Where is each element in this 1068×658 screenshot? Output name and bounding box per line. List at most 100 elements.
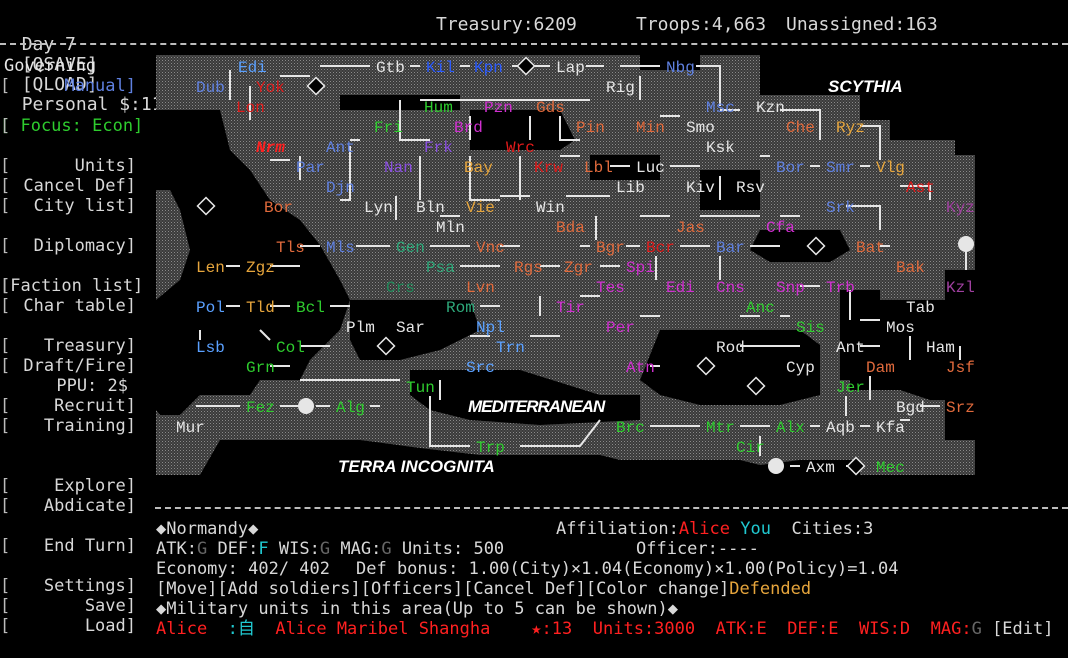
city-par[interactable]: Par [296, 159, 325, 177]
city-djn[interactable]: Djn [326, 179, 355, 197]
city-smo[interactable]: Smo [686, 119, 715, 137]
city-mos[interactable]: Mos [886, 319, 915, 337]
city-bat[interactable]: Bat [856, 239, 885, 257]
world-map[interactable]: Edi Dub Yok Lon Gtb Kil Kpn Lap Nbg Rig Hum Pzn Gds M… [0, 0, 1068, 500]
city-nbg[interactable]: Nbg [666, 59, 695, 77]
city-bar[interactable]: Bar [716, 239, 745, 257]
city-bln[interactable]: Bln [416, 199, 445, 217]
officers-button[interactable]: [Officers] [361, 579, 463, 599]
city-win[interactable]: Win [536, 199, 565, 217]
city-pin[interactable]: Pin [576, 119, 605, 137]
city-src[interactable]: Src [466, 359, 495, 377]
city-rsv[interactable]: Rsv [736, 179, 765, 197]
city-trb[interactable]: Trb [826, 279, 855, 297]
city-col[interactable]: Col [276, 339, 305, 357]
city-ant[interactable]: Ant [836, 339, 865, 357]
city-rgs[interactable]: Rgs [514, 259, 543, 277]
city-smr[interactable]: Smr [826, 159, 855, 177]
city-ryz[interactable]: Ryz [836, 119, 865, 137]
city-nan[interactable]: Nan [384, 159, 413, 177]
city-zgz[interactable]: Zgz [246, 259, 275, 277]
city-msc[interactable]: Msc [706, 99, 735, 117]
city-pzn[interactable]: Pzn [484, 99, 513, 117]
city-kil[interactable]: Kil [426, 59, 455, 77]
city-lvn[interactable]: Lvn [466, 279, 495, 297]
city-mec[interactable]: Mec [876, 459, 905, 477]
city-nrm[interactable]: Nrm [256, 139, 285, 157]
city-aqb[interactable]: Aqb [826, 419, 855, 437]
city-lap[interactable]: Lap [556, 59, 585, 77]
city-kfa[interactable]: Kfa [876, 419, 905, 437]
city-dam[interactable]: Dam [866, 359, 895, 377]
city-bda[interactable]: Bda [556, 219, 585, 237]
city-per[interactable]: Per [606, 319, 635, 337]
city-bcr[interactable]: Bcr [646, 239, 675, 257]
city-jsf[interactable]: Jsf [946, 359, 975, 377]
city-kzl[interactable]: Kzl [946, 279, 975, 297]
city-spi[interactable]: Spi [626, 259, 655, 277]
city-brc[interactable]: Brc [616, 419, 645, 437]
city-krw[interactable]: Krw [534, 159, 563, 177]
city-dub[interactable]: Dub [196, 79, 225, 97]
add-soldiers-button[interactable]: [Add soldiers] [217, 579, 360, 599]
city-cyp[interactable]: Cyp [786, 359, 815, 377]
city-lsb[interactable]: Lsb [196, 339, 225, 357]
city-sis[interactable]: Sis [796, 319, 825, 337]
city-alg[interactable]: Alg [336, 399, 365, 417]
city-jer[interactable]: Jer [836, 379, 865, 397]
city-bor[interactable]: Bor [776, 159, 805, 177]
city-kyz[interactable]: Kyz [946, 199, 975, 217]
city-fri[interactable]: Fri [374, 119, 403, 137]
city-lon[interactable]: Lon [236, 99, 265, 117]
city-zgr[interactable]: Zgr [564, 259, 593, 277]
city-gds[interactable]: Gds [536, 99, 565, 117]
city-cfa[interactable]: Cfa [766, 219, 795, 237]
city-mln[interactable]: Mln [436, 219, 465, 237]
city-ast[interactable]: Ast [906, 179, 935, 197]
city-mtr[interactable]: Mtr [706, 419, 735, 437]
city-rom[interactable]: Rom [446, 299, 475, 317]
city-yok[interactable]: Yok [256, 79, 285, 97]
city-grn[interactable]: Grn [246, 359, 275, 377]
city-crs[interactable]: Crs [386, 279, 415, 297]
color-change-button[interactable]: [Color change] [586, 579, 729, 599]
city-bay[interactable]: Bay [464, 159, 493, 177]
city-anc[interactable]: Anc [746, 299, 775, 317]
city-tld[interactable]: Tld [246, 299, 275, 317]
city-bor[interactable]: Bor [264, 199, 293, 217]
city-edi[interactable]: Edi [238, 59, 267, 77]
city-mur[interactable]: Mur [176, 419, 205, 437]
city-edi[interactable]: Edi [666, 279, 695, 297]
city-cir[interactable]: Cir [736, 439, 765, 457]
edit-unit-button[interactable]: [Edit] [992, 619, 1053, 639]
city-rod[interactable]: Rod [716, 339, 745, 357]
city-lbl[interactable]: Lbl [584, 159, 613, 177]
city-cns[interactable]: Cns [716, 279, 745, 297]
city-lyn[interactable]: Lyn [364, 199, 393, 217]
city-len[interactable]: Len [196, 259, 225, 277]
end-turn-button[interactable]: End Turn] [0, 536, 136, 556]
city-tls[interactable]: Tls [276, 239, 305, 257]
city-wrc[interactable]: Wrc [506, 139, 535, 157]
city-frk[interactable]: Frk [424, 139, 453, 157]
city-atn[interactable]: Atn [626, 359, 655, 377]
city-kpn[interactable]: Kpn [474, 59, 503, 77]
city-snp[interactable]: Snp [776, 279, 805, 297]
city-vlg[interactable]: Vlg [876, 159, 905, 177]
settings-button[interactable]: Settings] [0, 576, 136, 596]
city-alx[interactable]: Alx [776, 419, 805, 437]
city-kiv[interactable]: Kiv [686, 179, 715, 197]
city-bgr[interactable]: Bgr [596, 239, 625, 257]
city-tab[interactable]: Tab [906, 299, 935, 317]
city-pol[interactable]: Pol [196, 299, 225, 317]
city-bcl[interactable]: Bcl [296, 299, 325, 317]
city-gen[interactable]: Gen [396, 239, 425, 257]
cancel-def-action-button[interactable]: [Cancel Def] [463, 579, 586, 599]
city-srk[interactable]: Srk [826, 199, 855, 217]
city-tes[interactable]: Tes [596, 279, 625, 297]
city-fez[interactable]: Fez [246, 399, 275, 417]
city-axm[interactable]: Axm [806, 459, 835, 477]
move-button[interactable]: [Move] [156, 579, 217, 599]
city-npl[interactable]: Npl [476, 319, 505, 337]
city-kzn[interactable]: Kzn [756, 99, 785, 117]
